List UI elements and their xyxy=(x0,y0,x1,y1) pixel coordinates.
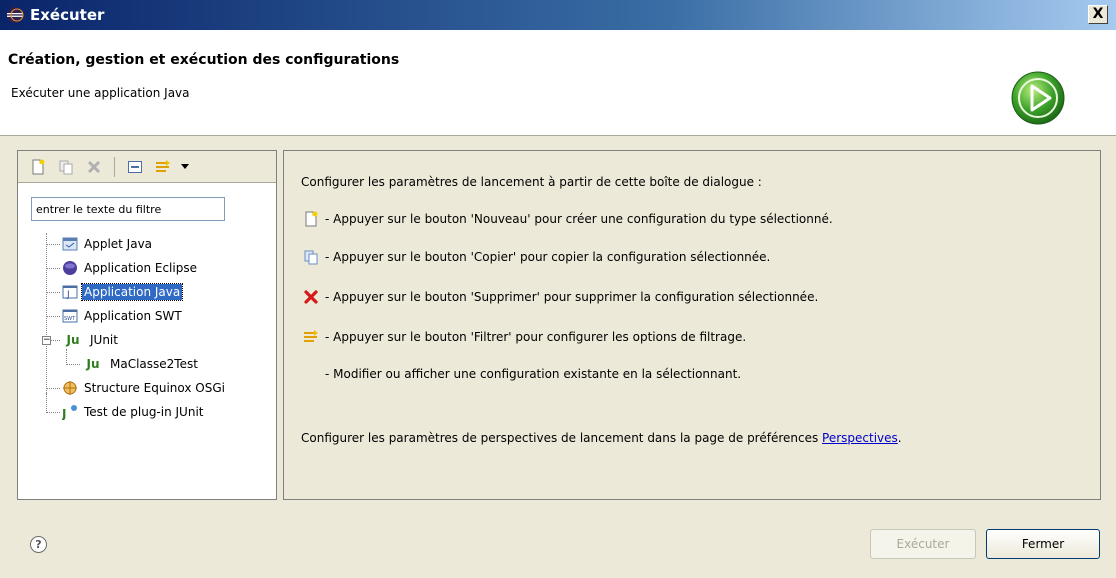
description-panel: Configurer les paramètres de lancement à… xyxy=(283,150,1101,500)
toolbar-separator xyxy=(114,156,115,177)
tree-line xyxy=(46,412,60,413)
svg-text:J: J xyxy=(66,290,70,300)
intro-text: Configurer les paramètres de lancement à… xyxy=(301,175,762,189)
instruction-modify: - Modifier ou afficher une configuration… xyxy=(325,367,741,381)
help-icon[interactable]: ? xyxy=(30,536,47,553)
tree-item-label: Application Java xyxy=(80,283,184,301)
junit-icon: Ju xyxy=(82,356,104,372)
perspectives-end: . xyxy=(897,431,902,445)
new-config-icon xyxy=(301,209,321,229)
config-tree-panel: − Applet Java Application Eclipse J Appl… xyxy=(17,150,277,500)
window-title: Exécuter xyxy=(30,6,105,24)
tree-line xyxy=(51,340,60,341)
tree-item-application-swt[interactable]: SWT Application SWT xyxy=(62,305,184,327)
instruction-text: - Appuyer sur le bouton 'Nouveau' pour c… xyxy=(325,212,833,226)
tree-item-label: Test de plug-in JUnit xyxy=(84,405,204,419)
tree-item-maclasse2test[interactable]: Ju MaClasse2Test xyxy=(82,353,200,375)
instruction-new: - Appuyer sur le bouton 'Nouveau' pour c… xyxy=(301,209,833,229)
junit-icon-text: Ju xyxy=(86,357,100,371)
svg-text:J: J xyxy=(62,407,66,420)
tree-item-applet-java[interactable]: Applet Java xyxy=(62,233,154,255)
header-subtitle: Exécuter une application Java xyxy=(11,86,190,100)
java-app-icon: J xyxy=(62,284,78,300)
tree-item-label: Applet Java xyxy=(84,237,153,251)
run-icon xyxy=(1011,71,1065,125)
instruction-text: - Appuyer sur le bouton 'Filtrer' pour c… xyxy=(325,330,747,344)
copy-config-icon[interactable] xyxy=(54,156,78,178)
tree-item-test-de-plug-in-junit[interactable]: J Test de plug-in JUnit xyxy=(62,401,205,423)
applet-icon xyxy=(62,236,78,252)
tree-item-label: Structure Equinox OSGi xyxy=(84,381,225,395)
eclipse-app-icon xyxy=(62,260,78,276)
delete-config-icon[interactable] xyxy=(82,156,106,178)
tree-item-label: JUnit xyxy=(90,333,118,347)
tree-item-application-eclipse[interactable]: Application Eclipse xyxy=(62,257,199,279)
instruction-text: - Appuyer sur le bouton 'Copier' pour co… xyxy=(325,250,771,264)
perspectives-text: Configurer les paramètres de perspective… xyxy=(301,431,823,445)
copy-config-icon xyxy=(301,247,321,267)
tree-item-label: Application Eclipse xyxy=(84,261,197,275)
tree-line xyxy=(66,349,67,365)
tree-line xyxy=(66,364,80,365)
tree-line xyxy=(46,233,47,393)
perspectives-line: Configurer les paramètres de perspective… xyxy=(301,431,902,445)
tree-line xyxy=(46,316,60,317)
svg-text:SWT: SWT xyxy=(64,316,76,322)
tree-line xyxy=(46,388,60,389)
title-bar: Exécuter X xyxy=(0,0,1116,30)
tree-item-junit[interactable]: Ju JUnit xyxy=(62,329,120,351)
instruction-copy: - Appuyer sur le bouton 'Copier' pour co… xyxy=(301,247,770,267)
filter-input[interactable] xyxy=(31,197,225,221)
instruction-text: - Modifier ou afficher une configuration… xyxy=(325,367,742,381)
tree-line xyxy=(46,393,47,413)
run-button[interactable]: Exécuter xyxy=(870,529,976,559)
tree-line xyxy=(46,268,60,269)
filter-icon[interactable] xyxy=(151,156,175,178)
collapse-all-icon[interactable] xyxy=(123,156,147,178)
junit-icon: Ju xyxy=(62,332,84,348)
dialog-header: Création, gestion et exécution des confi… xyxy=(0,30,1116,136)
eclipse-icon xyxy=(7,7,24,23)
swt-app-icon: SWT xyxy=(62,308,78,324)
instruction-filter: - Appuyer sur le bouton 'Filtrer' pour c… xyxy=(301,327,746,347)
junit-plugin-icon: J xyxy=(62,404,78,420)
tree-toolbar xyxy=(18,151,276,183)
collapse-toggle[interactable]: − xyxy=(42,336,51,345)
config-tree: − Applet Java Application Eclipse J Appl… xyxy=(40,233,276,493)
filter-config-icon xyxy=(301,327,321,347)
tree-item-label: Application SWT xyxy=(84,309,182,323)
osgi-icon xyxy=(62,380,78,396)
chevron-down-icon[interactable] xyxy=(179,156,191,178)
header-title: Création, gestion et exécution des confi… xyxy=(8,52,400,68)
close-button[interactable]: Fermer xyxy=(986,529,1100,559)
instruction-text: - Appuyer sur le bouton 'Supprimer' pour… xyxy=(325,290,819,304)
instruction-delete: - Appuyer sur le bouton 'Supprimer' pour… xyxy=(301,287,818,307)
tree-item-label: MaClasse2Test xyxy=(110,357,198,371)
tree-item-structure-equinox-osgi[interactable]: Structure Equinox OSGi xyxy=(62,377,227,399)
tree-item-application-java[interactable]: J Application Java xyxy=(62,281,184,303)
junit-icon-text: Ju xyxy=(66,333,80,347)
perspectives-link[interactable]: Perspectives xyxy=(822,431,898,445)
tree-line xyxy=(46,292,60,293)
close-window-button[interactable]: X xyxy=(1088,5,1108,24)
tree-line xyxy=(46,244,60,245)
new-config-icon[interactable] xyxy=(26,156,50,178)
delete-config-icon xyxy=(301,287,321,307)
